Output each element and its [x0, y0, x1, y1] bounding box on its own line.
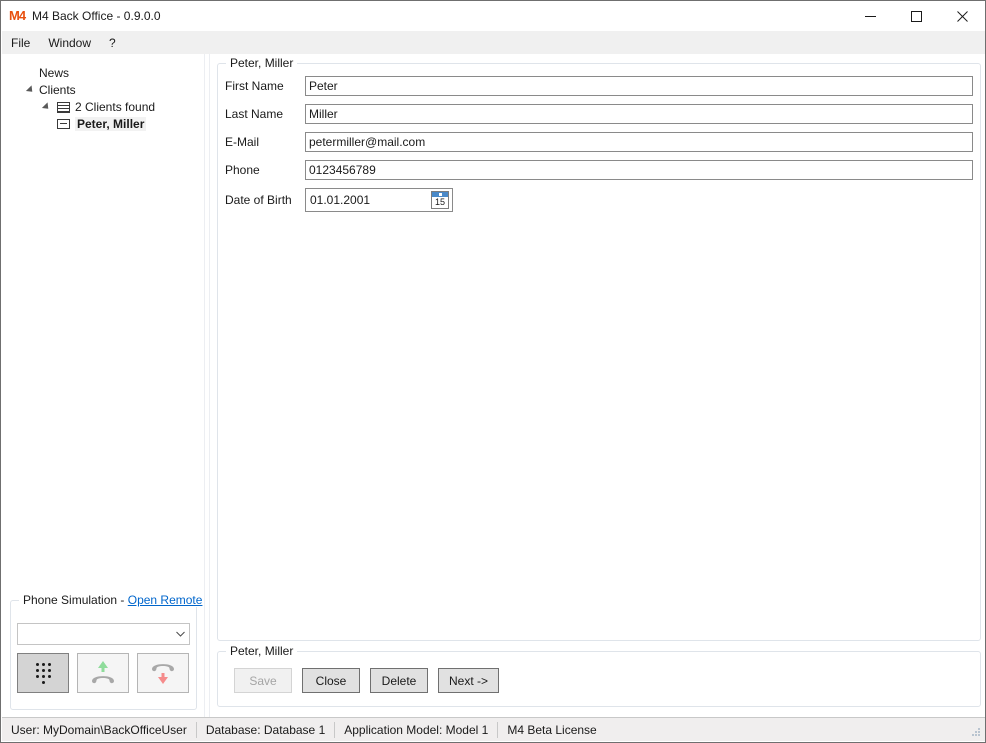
resize-grip[interactable] [970, 726, 982, 738]
client-form: First Name Last Name E-Mail Phone [225, 76, 973, 220]
phone-label: Phone [225, 163, 260, 177]
window-controls [847, 1, 985, 31]
menu-bar: File Window ? [2, 31, 985, 54]
title-bar: M4 M4 Back Office - 0.9.0.0 [1, 1, 985, 31]
phone-number-select[interactable] [17, 623, 190, 645]
open-remote-link[interactable]: Open Remote [128, 593, 203, 607]
hangup-call-button[interactable] [137, 653, 189, 693]
panel-splitter[interactable] [204, 54, 210, 718]
maximize-icon [910, 10, 922, 22]
app-logo-icon: M4 [9, 8, 26, 23]
menu-item-help[interactable]: ? [100, 33, 125, 53]
calendar-icon[interactable]: 15 [431, 191, 449, 209]
expander-collapse-icon[interactable] [38, 99, 55, 115]
maximize-button[interactable] [893, 1, 939, 31]
client-detail-legend: Peter, Miller [226, 56, 298, 70]
window-title: M4 Back Office - 0.9.0.0 [32, 9, 161, 23]
client-actions-legend: Peter, Miller [226, 644, 298, 658]
date-of-birth-value: 01.01.2001 [310, 193, 371, 207]
menu-item-window[interactable]: Window [39, 33, 100, 53]
client-detail-group: Peter, Miller First Name Last Name E-Mai… [217, 56, 981, 641]
phone-simulation-legend: Phone Simulation - Open Remote [19, 593, 207, 607]
phone-up-arrow-icon [92, 661, 114, 684]
save-button[interactable]: Save [234, 668, 292, 693]
client-actions-group: Peter, Miller Save Close Delete Next -> [217, 644, 981, 707]
phone-down-arrow-icon [152, 664, 174, 684]
form-row-date-of-birth: Date of Birth 01.01.2001 15 [225, 188, 973, 212]
last-name-label: Last Name [225, 107, 284, 121]
form-row-email: E-Mail [225, 132, 973, 152]
form-row-last-name: Last Name [225, 104, 973, 124]
first-name-label: First Name [225, 79, 284, 93]
status-user: User: MyDomain\BackOfficeUser [2, 721, 197, 738]
tree-item-label: 2 Clients found [75, 100, 156, 114]
tree-item-clients-found[interactable]: 2 Clients found [2, 99, 204, 115]
date-of-birth-picker[interactable]: 01.01.2001 15 [305, 188, 453, 212]
tree-item-label: Peter, Miller [75, 117, 147, 131]
date-of-birth-label: Date of Birth [225, 193, 292, 207]
expander-collapse-icon[interactable] [22, 82, 39, 98]
answer-call-button[interactable] [77, 653, 129, 693]
close-record-button[interactable]: Close [302, 668, 360, 693]
phone-simulation-panel: Phone Simulation - Open Remote [10, 593, 207, 710]
close-icon [956, 10, 968, 22]
keypad-icon [35, 662, 52, 684]
menu-item-file[interactable]: File [2, 33, 39, 53]
minimize-icon [864, 15, 876, 17]
card-icon [55, 116, 71, 132]
tree-item-label: News [39, 66, 70, 80]
chevron-down-icon [172, 631, 189, 637]
tree-item-client-peter-miller[interactable]: Peter, Miller [2, 116, 204, 132]
status-license: M4 Beta License [507, 722, 597, 737]
delete-button[interactable]: Delete [370, 668, 428, 693]
calendar-day: 15 [434, 197, 445, 207]
first-name-input[interactable] [305, 76, 973, 96]
form-row-phone: Phone [225, 160, 973, 180]
application-window: M4 M4 Back Office - 0.9.0.0 File Window … [0, 0, 986, 743]
next-button[interactable]: Next -> [438, 668, 500, 693]
detail-panel: Peter, Miller First Name Last Name E-Mai… [211, 54, 985, 718]
status-bar: User: MyDomain\BackOfficeUser Database: … [2, 717, 985, 741]
phone-simulation-title: Phone Simulation - [23, 593, 128, 607]
list-icon [55, 99, 71, 115]
status-database: Database: Database 1 [197, 721, 336, 738]
action-button-row: Save Close Delete Next -> [234, 668, 500, 693]
email-label: E-Mail [225, 135, 260, 149]
phone-button-row [17, 653, 189, 693]
email-input[interactable] [305, 132, 973, 152]
main-content: News Clients 2 Clients found Peter, Mill… [2, 54, 985, 718]
status-application-model: Application Model: Model 1 [335, 721, 499, 738]
tree-item-label: Clients [39, 83, 76, 97]
last-name-input[interactable] [305, 104, 973, 124]
close-button[interactable] [939, 1, 985, 31]
minimize-button[interactable] [847, 1, 893, 31]
form-row-first-name: First Name [225, 76, 973, 96]
dialpad-button[interactable] [17, 653, 69, 693]
phone-input[interactable] [305, 160, 973, 180]
navigation-panel: News Clients 2 Clients found Peter, Mill… [2, 54, 207, 718]
tree-item-clients[interactable]: Clients [2, 82, 204, 98]
navigation-tree: News Clients 2 Clients found Peter, Mill… [2, 65, 204, 132]
tree-item-news[interactable]: News [2, 65, 204, 81]
